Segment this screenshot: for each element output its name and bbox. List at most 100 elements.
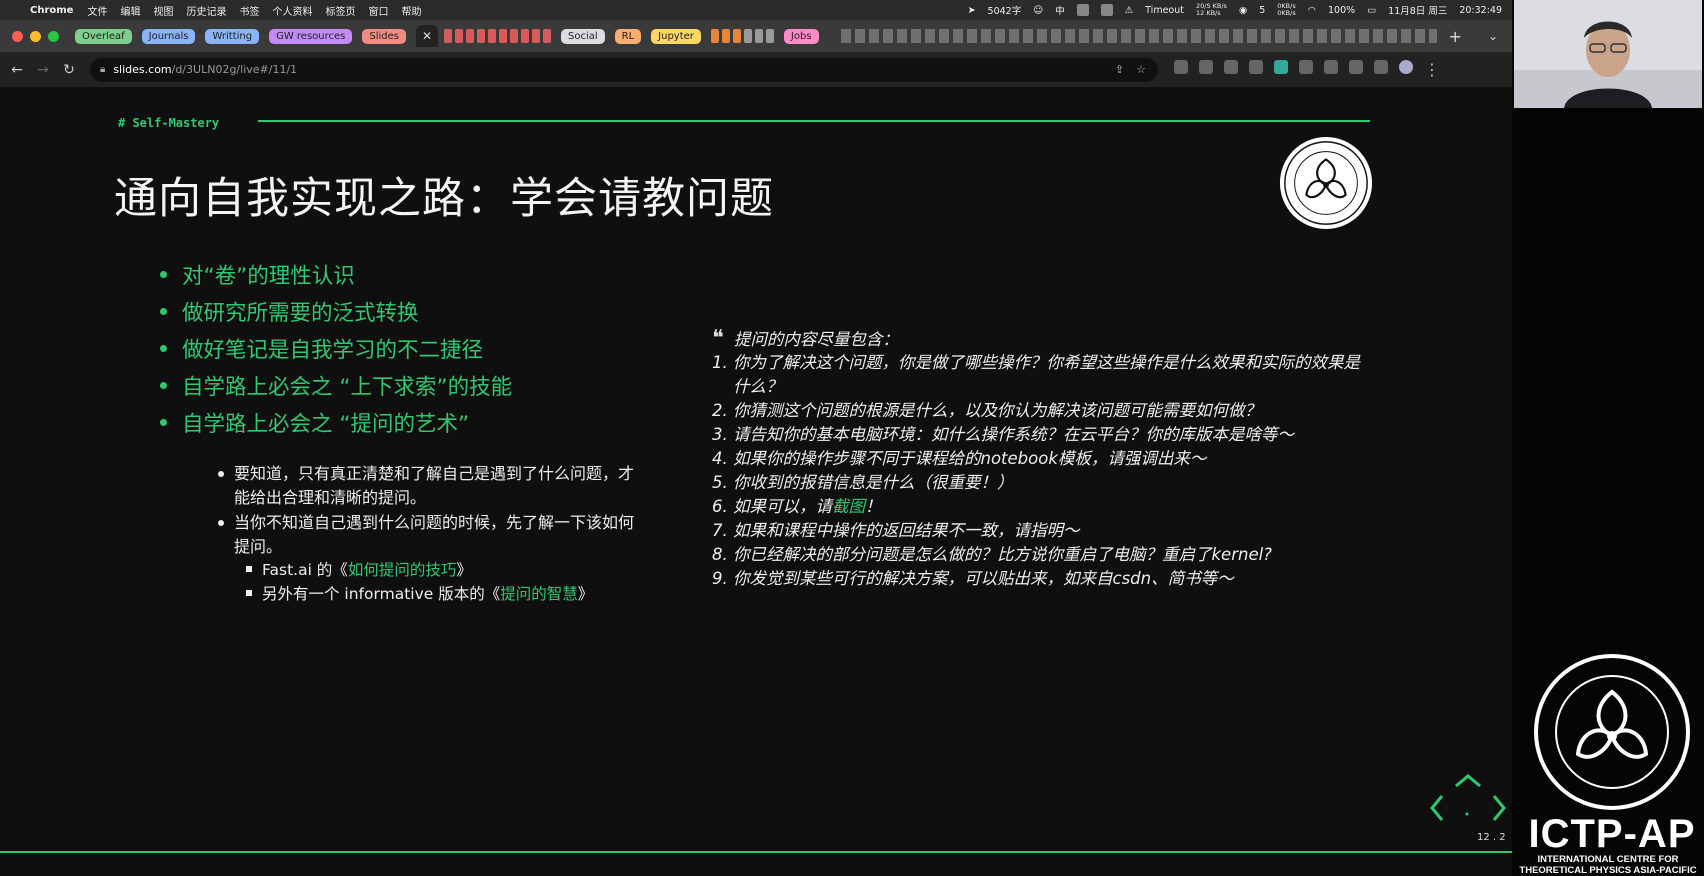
list-item: 要知道，只有真正清楚和了解自己是遇到了什么问题，才能给出合理和清晰的提问。 (218, 462, 638, 510)
extension-icon[interactable] (1199, 60, 1213, 74)
battery-icon[interactable]: ▭ (1367, 5, 1376, 16)
new-tab-plus-icon[interactable]: + (1449, 27, 1462, 46)
minimize-window-button[interactable] (30, 30, 41, 42)
list-item: Fast.ai 的《 如何提问的技巧》 (246, 557, 593, 581)
url-field[interactable]: 🔒︎ slides.com /d/3ULN02g/live#/11/1 ⇪ ☆ (90, 57, 1158, 82)
ictp-ap-subtitle-1: INTERNATIONAL CENTRE FOR (1537, 854, 1679, 865)
tab-group-gw-resources[interactable]: GW resources (269, 28, 353, 44)
extension-icon[interactable] (1249, 60, 1263, 74)
menu-bookmarks[interactable]: 书签 (239, 3, 259, 18)
app-status-icon[interactable] (1100, 4, 1113, 16)
item-number: 1. (712, 353, 728, 372)
screenshot-link[interactable]: 截图 (832, 497, 865, 516)
list-item: 自学路上必会之 “提问的艺术” (160, 404, 512, 441)
tab-group-journals[interactable]: Journals (141, 28, 196, 44)
slides-group-tabs[interactable] (443, 29, 551, 43)
word-count[interactable]: 5042字 (988, 3, 1022, 17)
forward-arrow-icon[interactable]: → (30, 62, 56, 78)
item-text: 你收到的报错信息是什么（很重要！） (733, 473, 1014, 492)
list-item: 6. 如果可以，请截图！ (712, 495, 1372, 519)
tab-group-jobs[interactable]: Jobs (783, 28, 819, 44)
emoji-icon[interactable]: ☺ (1033, 5, 1043, 16)
extension-icon[interactable] (1174, 60, 1188, 74)
tab-group-social[interactable]: Social (560, 28, 605, 44)
jupyter-group-tabs[interactable] (710, 29, 774, 43)
extensions-puzzle-icon[interactable] (1349, 60, 1363, 74)
nav-down-dot-icon[interactable] (1465, 812, 1469, 816)
wifi-icon[interactable]: ◠ (1308, 5, 1316, 16)
pinned-tabs-strip[interactable] (840, 29, 1437, 43)
status-area: ➤ 5042字 ☺ 中 ⚠ Timeout 20/S KB/s 12 KB/s … (968, 3, 1502, 18)
app-status-icon[interactable] (1076, 4, 1089, 16)
battery-percent[interactable]: 100% (1328, 5, 1355, 16)
menubar-time[interactable]: 20:32:49 (1459, 5, 1502, 16)
item-number: 7. (712, 521, 728, 540)
topic-text: 自学路上必会之 “提问的艺术” (182, 412, 470, 437)
tab-search-chevron-icon[interactable]: ⌄ (1488, 29, 1498, 43)
item-text-pre: 如果可以，请 (733, 497, 832, 516)
reference-suffix: 》 (577, 585, 594, 603)
item-number: 8. (712, 545, 728, 564)
item-number: 3. (712, 425, 728, 444)
location-icon[interactable]: ➤ (968, 5, 976, 16)
tab-group-overleaf[interactable]: Overleaf (75, 28, 132, 44)
extension-icon[interactable] (1224, 60, 1238, 74)
menu-window[interactable]: 窗口 (368, 3, 388, 18)
menu-profiles[interactable]: 个人资料 (272, 3, 312, 18)
item-text: 你为了解决这个问题，你是做了哪些操作？你希望这些操作是什么效果和实际的效果是什么… (733, 353, 1360, 396)
reference-prefix: 另外有一个 informative 版本的《 (262, 585, 501, 603)
how-to-ask-link[interactable]: 如何提问的技巧 (348, 558, 457, 580)
smart-questions-link[interactable]: 提问的智慧 (500, 582, 578, 604)
menu-edit[interactable]: 编辑 (120, 3, 140, 18)
sidebar-toggle-icon[interactable] (1374, 60, 1388, 74)
section-tag: # Self-Mastery (118, 116, 220, 130)
wechat-icon[interactable]: ◉ (1239, 5, 1247, 16)
topic-text: 自学路上必会之 “上下求索”的技能 (182, 375, 513, 400)
tab-group-rl[interactable]: RL (614, 28, 642, 44)
menu-tabs[interactable]: 标签页 (325, 3, 355, 18)
tab-group-slides[interactable]: Slides (362, 28, 406, 44)
chrome-menu-icon[interactable]: ⋮ (1424, 60, 1440, 79)
tab-group-writting[interactable]: Writting (205, 28, 260, 44)
extension-icon[interactable] (1299, 60, 1313, 74)
reference-suffix: 》 (456, 561, 472, 579)
tab-group-jupyter[interactable]: Jupyter (651, 28, 701, 44)
input-method[interactable]: 中 (1055, 3, 1065, 17)
menu-history[interactable]: 历史记录 (186, 3, 226, 18)
share-icon[interactable]: ⇪ (1115, 63, 1124, 76)
nav-left-arrow-icon[interactable] (1430, 795, 1444, 821)
item-number: 6. (712, 497, 728, 516)
timeout-warning-icon[interactable]: ⚠ (1125, 5, 1134, 16)
quote-block: ❝ 提问的内容尽量包含： 1. 你为了解决这个问题，你是做了哪些操作？你希望这些操… (712, 325, 1372, 591)
menu-app-name[interactable]: Chrome (30, 5, 73, 16)
lock-icon[interactable]: 🔒︎ (100, 64, 105, 75)
back-arrow-icon[interactable]: ← (4, 62, 30, 78)
item-text-post: ！ (865, 497, 882, 516)
menu-view[interactable]: 视图 (153, 3, 173, 18)
nav-right-arrow-icon[interactable] (1492, 795, 1506, 821)
extension-icon[interactable] (1274, 60, 1288, 74)
close-window-button[interactable] (12, 30, 23, 42)
list-item: 对“卷”的理性认识 (160, 256, 512, 293)
list-item: 另外有一个 informative 版本的《 提问的智慧》 (246, 581, 593, 605)
menu-file[interactable]: 文件 (87, 3, 107, 18)
wechat-count[interactable]: 5 (1259, 5, 1265, 16)
item-number: 5. (712, 473, 728, 492)
nav-up-arrow-icon[interactable] (1455, 774, 1481, 788)
profile-avatar[interactable] (1399, 60, 1413, 74)
menubar-date[interactable]: 11月8日 周三 (1388, 3, 1447, 17)
question-checklist: 1. 你为了解决这个问题，你是做了哪些操作？你希望这些操作是什么效果和实际的效果是… (712, 351, 1372, 591)
item-text: 你发觉到某些可行的解决方案，可以贴出来，如来自csdn、简书等～ (733, 569, 1234, 588)
address-bar-row: ← → ↻ 🔒︎ slides.com /d/3ULN02g/live#/11/… (0, 52, 1512, 88)
topic-text: 做好笔记是自我学习的不二捷径 (182, 338, 484, 363)
quote-mark-icon: ❝ (712, 325, 724, 351)
extension-icon[interactable] (1324, 60, 1338, 74)
active-tab-close-button[interactable]: ✕ (415, 25, 438, 47)
menu-help[interactable]: 帮助 (401, 3, 421, 18)
reload-icon[interactable]: ↻ (56, 62, 82, 78)
list-item: 8. 你已经解决的部分问题是怎么做的？比方说你重启了电脑？重启了kernel? (712, 543, 1372, 567)
timeout-label[interactable]: Timeout (1145, 5, 1184, 16)
bookmark-star-icon[interactable]: ☆ (1136, 63, 1146, 76)
zoom-window-button[interactable] (48, 30, 59, 42)
list-item: 自学路上必会之 “上下求索”的技能 (160, 367, 512, 404)
